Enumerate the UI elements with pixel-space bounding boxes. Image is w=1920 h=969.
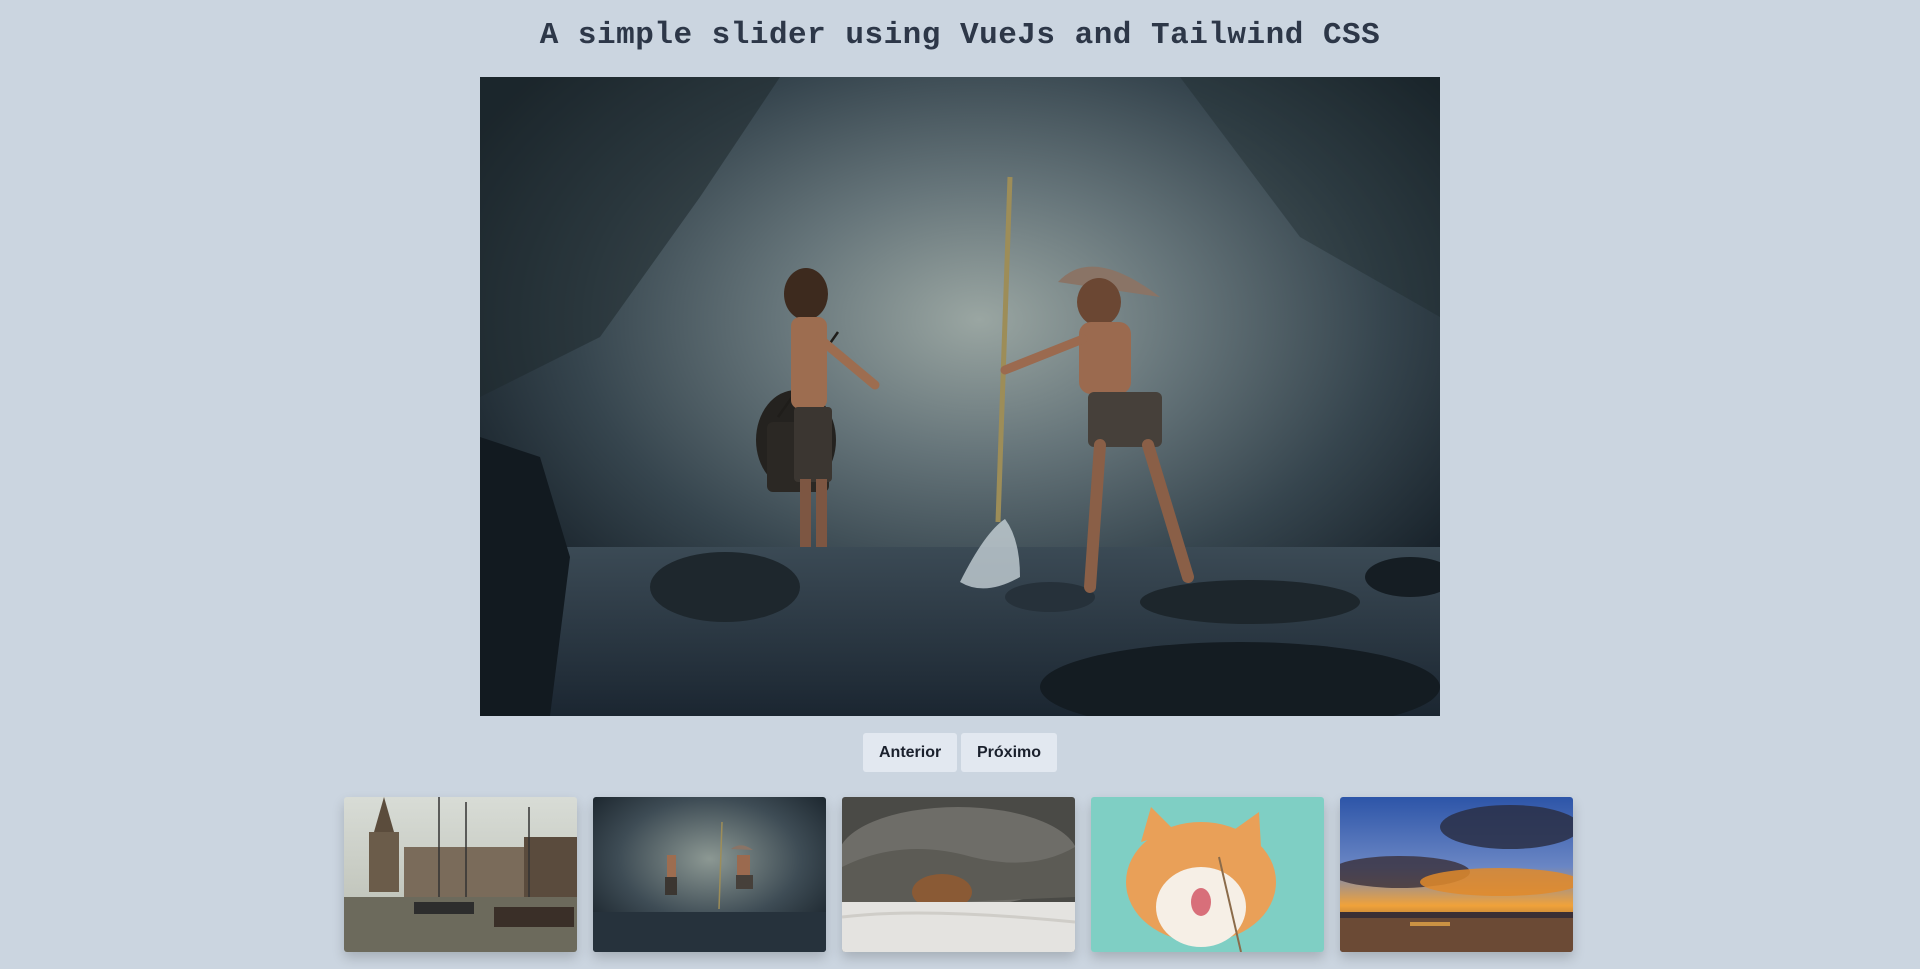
thumbnail-strip <box>344 797 1573 952</box>
sunset-clouds-photo <box>1340 797 1573 952</box>
thumbnail-dog[interactable] <box>842 797 1075 952</box>
slider-controls: Anterior Próximo <box>0 733 1920 772</box>
thumbnail-harbor[interactable] <box>344 797 577 952</box>
previous-button[interactable]: Anterior <box>863 733 957 772</box>
main-slide-image <box>480 77 1440 716</box>
boys-fishing-thumbnail <box>593 797 826 952</box>
boys-fishing-photo <box>480 77 1440 716</box>
thumbnail-sunset[interactable] <box>1340 797 1573 952</box>
page-title: A simple slider using VueJs and Tailwind… <box>539 18 1381 53</box>
next-button[interactable]: Próximo <box>961 733 1057 772</box>
thumbnail-cat[interactable] <box>1091 797 1324 952</box>
thumbnail-boys-fishing[interactable] <box>593 797 826 952</box>
harbor-boats-photo <box>344 797 577 952</box>
dog-under-blanket-photo <box>842 797 1075 952</box>
orange-cat-photo <box>1091 797 1324 952</box>
